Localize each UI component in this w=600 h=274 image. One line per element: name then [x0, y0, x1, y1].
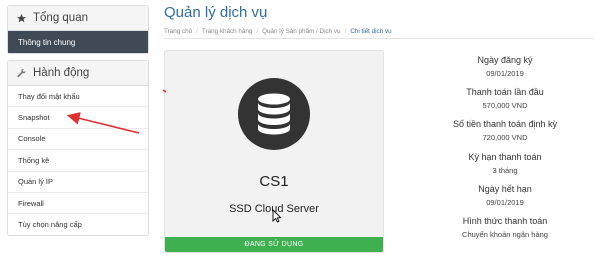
annotation-arrow-icon — [66, 89, 167, 134]
cursor-icon — [272, 209, 282, 223]
